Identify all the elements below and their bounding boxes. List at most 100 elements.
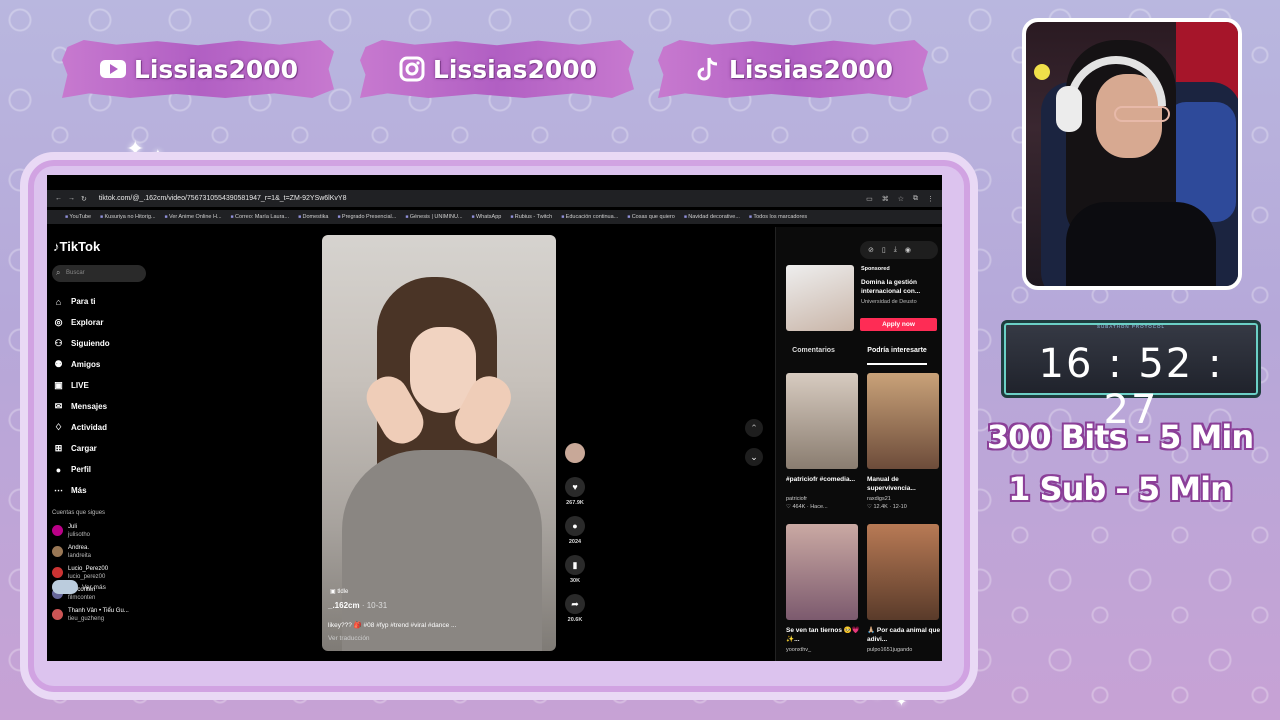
activity-icon: ♢: [54, 422, 63, 432]
bookmark-item[interactable]: Domestika: [298, 214, 329, 220]
nav-live[interactable]: ▣ LIVE: [53, 375, 110, 396]
messages-icon: ✉: [54, 401, 63, 411]
tab-comentarios[interactable]: Comentarios: [792, 347, 835, 365]
suggestion-caption[interactable]: 🙏🏼 Por cada animal que adivi...: [867, 626, 942, 644]
suggestion-caption[interactable]: #patriciofr #comedia...: [786, 475, 862, 484]
youtube-icon: [98, 54, 128, 84]
bookmark-item[interactable]: Educación continua...: [561, 214, 619, 220]
video-author[interactable]: _.162cm · 10-31: [328, 601, 387, 610]
bookmark-item[interactable]: Correo: María Laura...: [231, 214, 289, 220]
streamer: [1066, 202, 1216, 286]
translate-link[interactable]: Ver traducción: [328, 635, 370, 642]
nav-amigos[interactable]: ⚉ Amigos: [53, 354, 110, 375]
toggle[interactable]: [52, 580, 78, 594]
subathon-timer: SUBATHON PROTOCOL 16 : 52 : 27: [1001, 320, 1261, 433]
see-more-link[interactable]: Ver más: [52, 580, 106, 594]
address-bar[interactable]: ← → ↻ tiktok.com/@_.162cm/video/75673105…: [47, 190, 942, 207]
bookmark-item[interactable]: Kusuriya no Hitorig...: [100, 214, 155, 220]
nav-mensajes[interactable]: ✉ Mensajes: [53, 396, 110, 417]
live-icon: ▣: [54, 380, 63, 390]
forward-icon[interactable]: →: [68, 195, 75, 202]
translate-icon[interactable]: ⌘: [882, 195, 889, 203]
reload-icon[interactable]: ↻: [81, 195, 87, 203]
menu-icon[interactable]: ⋮: [927, 195, 934, 203]
panel-tabs: Comentarios Podría interesarte: [776, 347, 942, 365]
suggestion-thumbnail[interactable]: [867, 373, 939, 469]
webcam-background: [1034, 64, 1050, 80]
suggestion-caption[interactable]: Se ven tan tiernos 🥺💗✨...: [786, 626, 862, 644]
following-icon: ⚇: [54, 338, 63, 348]
star-icon[interactable]: ☆: [898, 195, 904, 203]
bookmark-item[interactable]: Navidad decorative...: [684, 214, 740, 220]
nav-perfil[interactable]: ● Perfil: [53, 459, 110, 480]
tiktok-logo[interactable]: ♪TikTok: [53, 239, 100, 254]
suggestion-caption[interactable]: Manual de supervivencia...: [867, 475, 942, 493]
goal-bits: 300 Bits - 5 Min: [986, 418, 1254, 456]
nav-explorar[interactable]: ◎ Explorar: [53, 312, 110, 333]
bookmark-item[interactable]: WhatsApp: [472, 214, 501, 220]
suggestion-meta: yoonxthv_: [786, 647, 812, 653]
suggestion-thumbnail[interactable]: [786, 524, 858, 620]
suggestion-meta: raxdigs21 ♡ 12.4K · 12-10: [867, 496, 907, 510]
tiktok-banner: Lissias2000: [658, 40, 928, 98]
bookmark-item[interactable]: Todos los marcadores: [749, 214, 807, 220]
bookmark-item[interactable]: Génesis | UNIMINU...: [405, 214, 463, 220]
tab-podria-interesarte[interactable]: Podría interesarte: [867, 347, 927, 365]
account-item[interactable]: Lucio_Perez00 lucio_perez00: [52, 565, 108, 581]
bookmark-item[interactable]: Ver Anime Online H...: [165, 214, 222, 220]
search-placeholder: Buscar: [66, 270, 85, 276]
account-item[interactable]: Andrea. landreita: [52, 544, 91, 560]
nav-siguiendo[interactable]: ⚇ Siguiendo: [53, 333, 109, 354]
profile-icon: ●: [55, 464, 62, 475]
chevron-down-icon: ⌄: [750, 451, 758, 462]
comment-button[interactable]: ● 2024: [563, 516, 587, 545]
cast-icon[interactable]: ▭: [866, 195, 873, 203]
tiktok-nav: ⌂ Para ti ◎ Explorar ⚇ Siguiendo ⚉ Amigos ▣ L…: [53, 291, 110, 501]
bookmark-item[interactable]: Rubius - Twitch: [510, 214, 553, 220]
instagram-icon: [397, 54, 427, 84]
browser-toolbar-icons: ▭ ⌘ ☆ ⧉ ⋮: [866, 195, 942, 203]
goal-sub: 1 Sub - 5 Min: [1008, 470, 1233, 508]
suggestion-thumbnail[interactable]: [867, 524, 939, 620]
bookmark-item[interactable]: Pregrado Presencial...: [337, 214, 396, 220]
bookmark-item[interactable]: YouTube: [65, 214, 91, 220]
following-header: Cuentas que sigues: [52, 510, 106, 516]
nav-cargar[interactable]: ⊞ Cargar: [53, 438, 110, 459]
friends-icon: ⚉: [54, 359, 63, 369]
back-icon[interactable]: ←: [55, 195, 62, 202]
device-icon[interactable]: ▯: [882, 246, 886, 254]
suggestion-meta: patriciofr ♡ 464K · Hace...: [786, 496, 828, 510]
account-item[interactable]: Thanh Vân • Tiểu Gu... tieu_guzheng: [52, 607, 129, 623]
search-input[interactable]: ⌕ Buscar: [52, 265, 146, 282]
download-icon[interactable]: ⤓: [894, 246, 897, 254]
ad-title[interactable]: Domina la gestión internacional con...: [861, 278, 941, 296]
ad-image[interactable]: [786, 265, 854, 331]
extensions-icon[interactable]: ⧉: [913, 195, 918, 203]
avatar[interactable]: ◉: [905, 246, 911, 254]
bookmark-item[interactable]: Cosas que quiero: [627, 214, 675, 220]
suggestion-thumbnail[interactable]: [786, 373, 858, 469]
video-player[interactable]: ▣ tldle _.162cm · 10-31 likey??? 🎒 #08 #…: [322, 235, 556, 651]
nav-para-ti[interactable]: ⌂ Para ti: [53, 291, 110, 312]
share-button[interactable]: ➦ 20.6K: [563, 594, 587, 623]
settings-icon[interactable]: ⊘: [868, 246, 874, 254]
nav-mas[interactable]: ⋯ Más: [53, 480, 110, 501]
nav-actividad[interactable]: ♢ Actividad: [53, 417, 110, 438]
upload-icon: ⊞: [54, 443, 63, 453]
bookmark-icon: ▮: [565, 555, 585, 575]
tiktok-handle: Lissias2000: [728, 54, 894, 84]
search-icon: ⌕: [56, 268, 61, 277]
timer-header: SUBATHON PROTOCOL: [1096, 324, 1166, 329]
ad-cta-button[interactable]: Apply now: [860, 318, 937, 331]
home-icon: ⌂: [55, 296, 62, 307]
url-text[interactable]: tiktok.com/@_.162cm/video/75673105543905…: [99, 195, 347, 202]
ad-sponsored-label: Sponsored: [861, 266, 890, 272]
next-video-button[interactable]: ⌄: [745, 448, 763, 466]
video-tools: ⊘ ▯ ⤓ ◉: [860, 241, 938, 259]
account-item[interactable]: Juli julisotho: [52, 523, 90, 539]
bookmark-button[interactable]: ▮ 30K: [563, 555, 587, 584]
author-avatar[interactable]: [563, 443, 587, 463]
like-button[interactable]: ♥ 267.9K: [563, 477, 587, 506]
video-music[interactable]: ▣ tldle: [330, 588, 348, 595]
prev-video-button[interactable]: ⌃: [745, 419, 763, 437]
